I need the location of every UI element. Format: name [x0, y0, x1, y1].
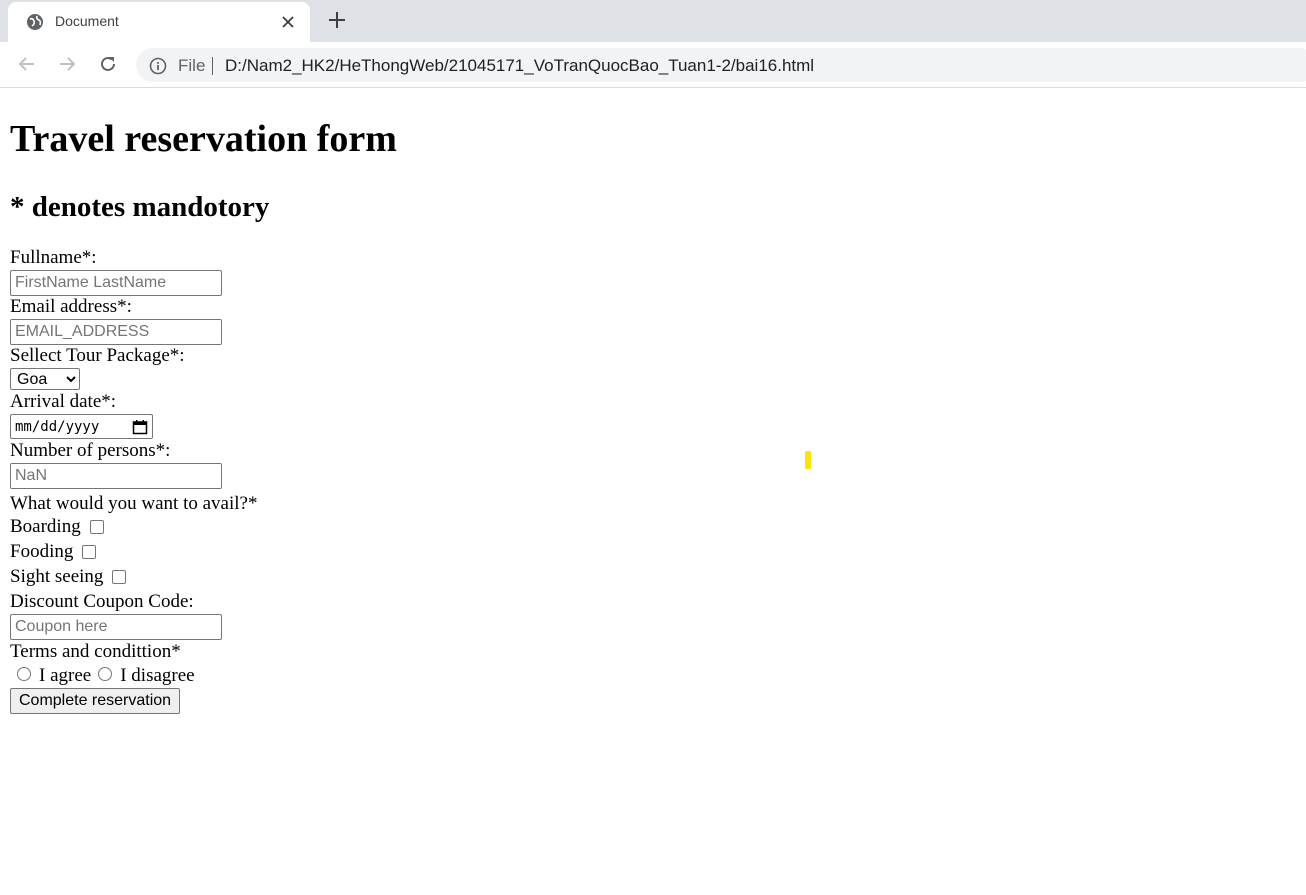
boarding-checkbox[interactable]	[89, 520, 104, 534]
sightseeing-checkbox[interactable]	[112, 570, 127, 584]
email-input[interactable]	[10, 319, 222, 345]
avail-option-fooding[interactable]: Fooding	[10, 541, 610, 566]
address-bar[interactable]: File D:/Nam2_HK2/HeThongWeb/21045171_VoT…	[136, 48, 1306, 82]
agree-label: I agree	[39, 664, 92, 686]
agree-radio[interactable]	[17, 666, 31, 681]
fooding-checkbox[interactable]	[82, 545, 97, 559]
boarding-label: Boarding	[10, 516, 81, 537]
info-icon[interactable]	[149, 57, 167, 75]
cursor-highlight	[805, 451, 811, 469]
arrival-date-input[interactable]: mm/dd/yyyy	[10, 414, 153, 439]
forward-arrow-icon[interactable]	[56, 53, 78, 75]
tab-strip: Document	[0, 0, 1306, 42]
tour-package-label: Sellect Tour Package*:	[10, 345, 185, 366]
page-content: Travel reservation form * denotes mandot…	[10, 89, 1300, 889]
disagree-radio[interactable]	[98, 666, 113, 681]
page-title: Travel reservation form	[10, 118, 397, 160]
browser-tab[interactable]: Document	[8, 2, 310, 42]
url-text[interactable]: D:/Nam2_HK2/HeThongWeb/21045171_VoTranQu…	[225, 56, 814, 76]
persons-label: Number of persons*:	[10, 440, 171, 461]
reservation-form: Fullname*: Email address*: Sellect Tour …	[10, 247, 610, 714]
disagree-label: I disagree	[120, 664, 195, 686]
avail-label: What would you want to avail?*	[10, 493, 258, 514]
coupon-label: Discount Coupon Code:	[10, 591, 194, 612]
fooding-label: Fooding	[10, 541, 74, 562]
arrival-date-value: mm/dd/yyyy	[15, 418, 100, 435]
page-subtitle: * denotes mandotory	[10, 191, 270, 223]
url-separator	[212, 57, 213, 75]
sightseeing-label: Sight seeing	[10, 566, 104, 587]
complete-reservation-button[interactable]: Complete reservation	[10, 688, 181, 714]
tab-title: Document	[55, 13, 119, 29]
browser-toolbar: File D:/Nam2_HK2/HeThongWeb/21045171_VoT…	[0, 42, 1306, 88]
arrival-date-label: Arrival date*:	[10, 391, 117, 412]
back-arrow-icon[interactable]	[16, 53, 38, 75]
email-label: Email address*:	[10, 296, 132, 317]
tour-package-select[interactable]: Goa	[10, 368, 80, 390]
avail-option-sightseeing[interactable]: Sight seeing	[10, 566, 610, 591]
persons-input[interactable]	[10, 463, 222, 489]
plus-icon[interactable]	[327, 10, 347, 30]
reload-icon[interactable]	[97, 53, 119, 75]
terms-options: I agree I disagree	[10, 663, 610, 688]
coupon-input[interactable]	[10, 614, 222, 640]
calendar-icon[interactable]	[132, 419, 148, 435]
globe-icon	[27, 14, 43, 30]
url-scheme: File	[178, 56, 206, 75]
close-icon[interactable]	[280, 14, 296, 30]
fullname-label: Fullname*:	[10, 247, 97, 268]
fullname-input[interactable]	[10, 270, 222, 296]
terms-label: Terms and condittion*	[10, 641, 181, 662]
avail-option-boarding[interactable]: Boarding	[10, 516, 610, 541]
